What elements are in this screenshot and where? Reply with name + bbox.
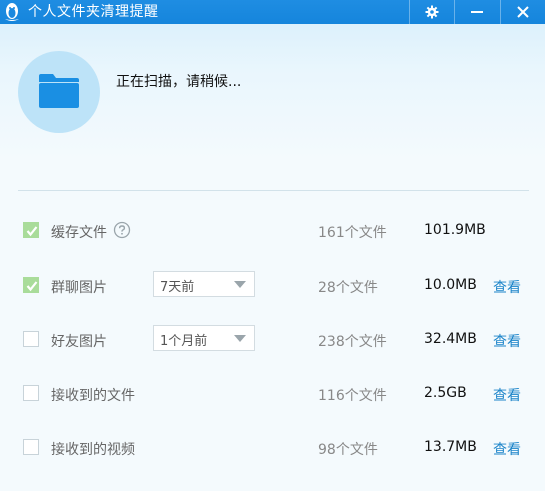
select-value: 7天前 <box>160 280 195 295</box>
friend-images-period-select[interactable]: 1个月前 <box>153 325 255 351</box>
view-link[interactable]: 查看 <box>493 277 521 297</box>
close-icon <box>517 6 529 18</box>
file-size: 13.7MB <box>424 439 477 455</box>
file-count: 161个文件 <box>318 225 387 241</box>
friend-images-checkbox[interactable] <box>23 331 39 347</box>
row-label: 好友图片 <box>51 334 107 350</box>
checkmark-icon <box>26 226 38 237</box>
view-link[interactable]: 查看 <box>493 385 521 405</box>
group-images-period-select[interactable]: 7天前 <box>153 271 255 297</box>
cleanup-row-cache: 缓存文件 161个文件 101.9MB <box>0 216 545 246</box>
file-size: 101.9MB <box>424 222 486 238</box>
folder-badge <box>18 51 100 133</box>
received-files-checkbox[interactable] <box>23 385 39 401</box>
close-button[interactable] <box>501 0 545 24</box>
folder-icon <box>39 74 79 108</box>
minimize-button[interactable] <box>455 0 499 24</box>
file-size: 32.4MB <box>424 331 477 347</box>
cleanup-row-group-images: 群聊图片 7天前 28个文件 10.0MB 查看 <box>0 271 545 301</box>
file-count: 238个文件 <box>318 334 387 350</box>
row-label: 群聊图片 <box>51 280 107 296</box>
scan-status-text: 正在扫描，请稍候... <box>116 74 242 90</box>
row-label: 缓存文件 <box>51 225 107 241</box>
group-images-checkbox[interactable] <box>23 277 39 293</box>
row-label: 接收到的文件 <box>51 388 135 404</box>
select-value: 1个月前 <box>160 334 208 349</box>
file-size: 2.5GB <box>424 385 467 401</box>
file-count: 98个文件 <box>318 442 378 458</box>
checkmark-icon <box>26 281 38 292</box>
dropdown-arrow-icon <box>234 281 246 288</box>
cleanup-row-received-videos: 接收到的视频 98个文件 13.7MB 查看 <box>0 433 545 463</box>
settings-button[interactable] <box>410 0 454 24</box>
gear-icon <box>425 5 439 19</box>
title-bar: 个人文件夹清理提醒 <box>0 0 545 24</box>
dropdown-arrow-icon <box>234 335 246 342</box>
help-icon[interactable] <box>113 221 131 239</box>
received-videos-checkbox[interactable] <box>23 439 39 455</box>
cleanup-row-received-files: 接收到的文件 116个文件 2.5GB 查看 <box>0 379 545 409</box>
minimize-icon <box>471 11 483 13</box>
view-link[interactable]: 查看 <box>493 439 521 459</box>
penguin-app-icon <box>5 3 19 21</box>
view-link[interactable]: 查看 <box>493 331 521 351</box>
section-divider <box>18 190 529 191</box>
file-size: 10.0MB <box>424 277 477 293</box>
cleanup-window: 个人文件夹清理提醒 正在扫描，请稍候... 缓存文件 161个文件 101.9M… <box>0 0 545 491</box>
cache-checkbox[interactable] <box>23 222 39 238</box>
file-count: 28个文件 <box>318 280 378 296</box>
file-count: 116个文件 <box>318 388 387 404</box>
row-label: 接收到的视频 <box>51 442 135 458</box>
cleanup-row-friend-images: 好友图片 1个月前 238个文件 32.4MB 查看 <box>0 325 545 355</box>
window-title: 个人文件夹清理提醒 <box>28 4 159 20</box>
